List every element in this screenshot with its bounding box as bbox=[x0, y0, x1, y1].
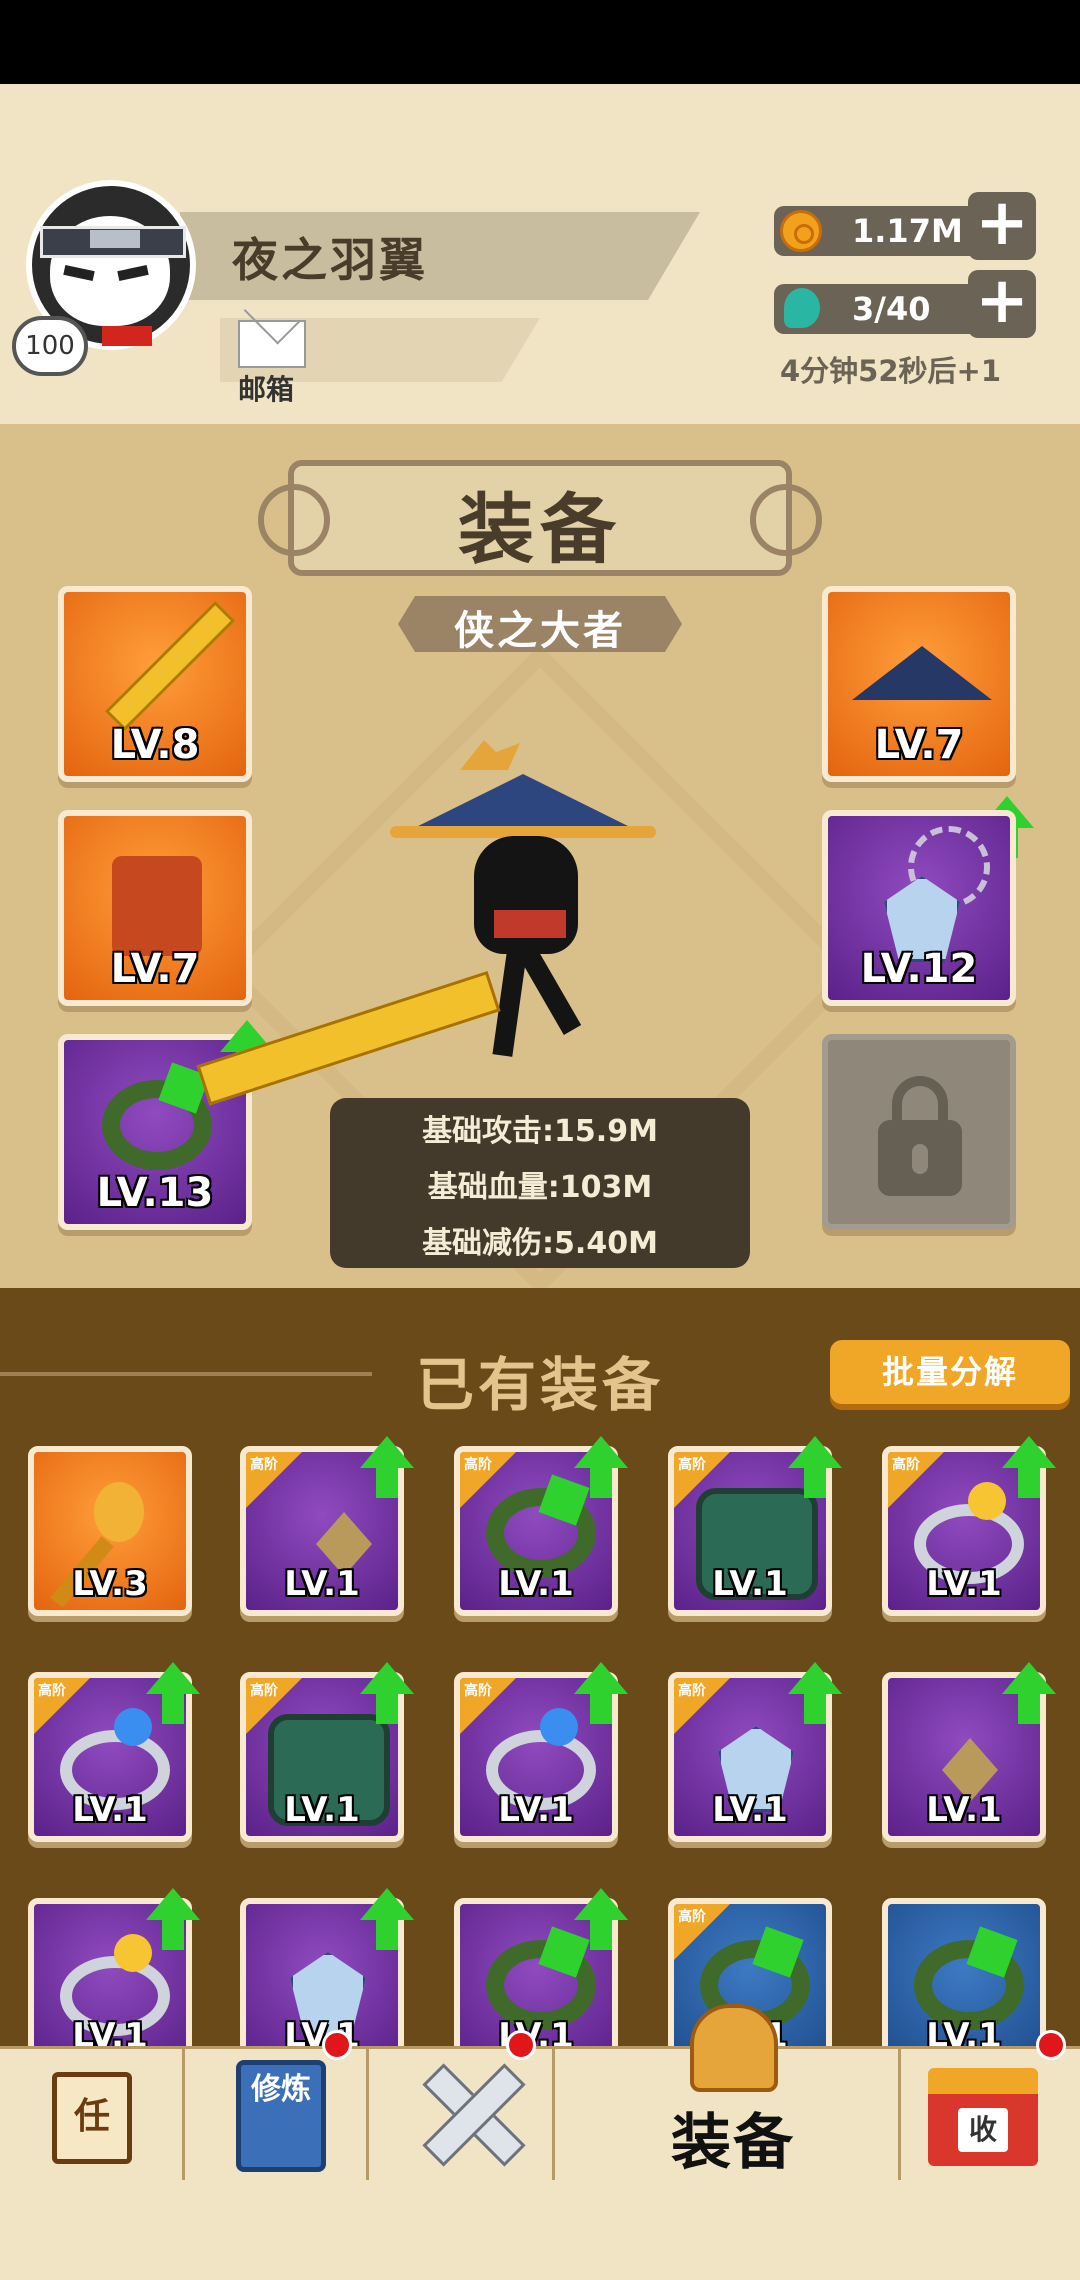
armor-icon bbox=[112, 856, 202, 956]
notification-dot bbox=[506, 2030, 536, 2060]
equip-title: 装备 bbox=[458, 485, 622, 574]
tier-tag-text: 高阶 bbox=[250, 1457, 278, 1473]
player-name: 夜之羽翼 bbox=[232, 233, 428, 287]
sword-icon bbox=[104, 600, 236, 732]
inventory-item[interactable]: LV.1 bbox=[882, 1898, 1046, 2046]
nav-tab-training[interactable]: 修炼 bbox=[236, 2060, 326, 2172]
upgrade-arrow-icon bbox=[146, 1662, 200, 1724]
tier-tag-text: 高阶 bbox=[250, 1683, 278, 1699]
add-gold-button[interactable]: + bbox=[968, 191, 1036, 260]
divider bbox=[0, 1372, 372, 1376]
equip-slot-armor[interactable]: LV.7 bbox=[58, 810, 252, 1006]
item-level: LV.1 bbox=[284, 1564, 360, 1604]
tier-tag-text: 高阶 bbox=[464, 1683, 492, 1699]
item-level: LV.1 bbox=[498, 1564, 574, 1604]
energy-timer: 4分钟52秒后+1 bbox=[780, 354, 1002, 388]
helmet-icon bbox=[690, 2004, 778, 2092]
coin-icon bbox=[780, 210, 822, 252]
tier-tag-text: 高阶 bbox=[38, 1683, 66, 1699]
stat-attack: 基础攻击:15.9M bbox=[422, 1114, 658, 1149]
item-level: LV.1 bbox=[926, 1790, 1002, 1830]
item-level: LV.3 bbox=[72, 1564, 148, 1604]
item-level: LV.1 bbox=[72, 1790, 148, 1830]
equip-slot-weapon[interactable]: LV.8 bbox=[58, 586, 252, 782]
slot-level: LV.13 bbox=[96, 1170, 214, 1216]
slot-level: LV.7 bbox=[874, 722, 964, 768]
batch-decompose-button[interactable]: 批量分解 bbox=[830, 1340, 1070, 1404]
tier-tag-text: 高阶 bbox=[678, 1683, 706, 1699]
equip-slot-locked[interactable] bbox=[822, 1034, 1016, 1230]
lock-icon bbox=[878, 1076, 962, 1196]
equip-slot-hat[interactable]: LV.7 bbox=[822, 586, 1016, 782]
upgrade-arrow-icon bbox=[574, 1888, 628, 1950]
hero-title: 侠之大者 bbox=[454, 608, 626, 654]
upgrade-arrow-icon bbox=[360, 1888, 414, 1950]
notification-dot bbox=[1036, 2030, 1066, 2060]
item-level: LV.1 bbox=[498, 1790, 574, 1830]
item-level: LV.1 bbox=[72, 2016, 148, 2046]
item-level: LV.1 bbox=[284, 1790, 360, 1830]
item-level: LV.1 bbox=[498, 2016, 574, 2046]
stat-defense: 基础减伤:5.40M bbox=[422, 1226, 658, 1261]
energy-value: 3/40 bbox=[852, 290, 931, 328]
mail-icon[interactable] bbox=[238, 320, 306, 368]
gold-value: 1.17M bbox=[852, 212, 963, 250]
player-level-badge: 100 bbox=[12, 316, 88, 376]
item-level: LV.1 bbox=[712, 1790, 788, 1830]
nav-tab-quest[interactable]: 任 bbox=[52, 2072, 132, 2164]
slot-level: LV.7 bbox=[110, 946, 200, 992]
nav-divider bbox=[898, 2046, 901, 2180]
status-bar bbox=[0, 0, 1080, 84]
bottom-nav bbox=[0, 2046, 1080, 2183]
upgrade-arrow-icon bbox=[788, 1662, 842, 1724]
add-energy-button[interactable]: + bbox=[968, 269, 1036, 338]
item-level: LV.1 bbox=[926, 2016, 1002, 2046]
hat-icon bbox=[852, 646, 992, 700]
upgrade-arrow-icon bbox=[574, 1436, 628, 1498]
hero-scarf bbox=[494, 910, 566, 938]
upgrade-arrow-icon bbox=[360, 1436, 414, 1498]
shop-label: 收 bbox=[958, 2108, 1008, 2152]
tier-tag-text: 高阶 bbox=[678, 1909, 706, 1925]
item-level: LV.1 bbox=[926, 1564, 1002, 1604]
upgrade-arrow-icon bbox=[1002, 1662, 1056, 1724]
upgrade-arrow-icon bbox=[574, 1662, 628, 1724]
inventory-title: 已有装备 bbox=[416, 1351, 665, 1419]
inventory-panel[interactable]: 已有装备 批量分解 LV.3 高阶 LV.1 高阶 LV.1 高阶 LV.1 高… bbox=[0, 1288, 1080, 2046]
nav-divider bbox=[366, 2046, 369, 2180]
tier-tag-text: 高阶 bbox=[892, 1457, 920, 1473]
nav-tab-equip[interactable]: 装备 bbox=[620, 2094, 846, 2181]
slot-level: LV.8 bbox=[110, 722, 200, 768]
system-nav-area bbox=[0, 2180, 1080, 2280]
upgrade-arrow-icon bbox=[360, 1662, 414, 1724]
tier-tag-text: 高阶 bbox=[464, 1457, 492, 1473]
energy-drop-icon bbox=[784, 288, 820, 328]
slot-level: LV.12 bbox=[860, 946, 978, 992]
inventory-item[interactable]: LV.3 bbox=[28, 1446, 192, 1616]
mace-icon bbox=[94, 1482, 144, 1542]
nav-divider bbox=[552, 2046, 555, 2180]
nav-divider bbox=[182, 2046, 185, 2180]
item-level: LV.1 bbox=[712, 1564, 788, 1604]
mailbox-label[interactable]: 邮箱 bbox=[238, 368, 294, 408]
upgrade-arrow-icon bbox=[146, 1888, 200, 1950]
upgrade-arrow-icon bbox=[788, 1436, 842, 1498]
gem-icon bbox=[540, 1708, 578, 1746]
equip-slot-necklace[interactable]: LV.12 bbox=[822, 810, 1016, 1006]
notification-dot bbox=[322, 2030, 352, 2060]
stat-hp: 基础血量:103M bbox=[427, 1170, 653, 1205]
tier-tag-text: 高阶 bbox=[678, 1457, 706, 1473]
gem-icon bbox=[968, 1482, 1006, 1520]
upgrade-arrow-icon bbox=[1002, 1436, 1056, 1498]
